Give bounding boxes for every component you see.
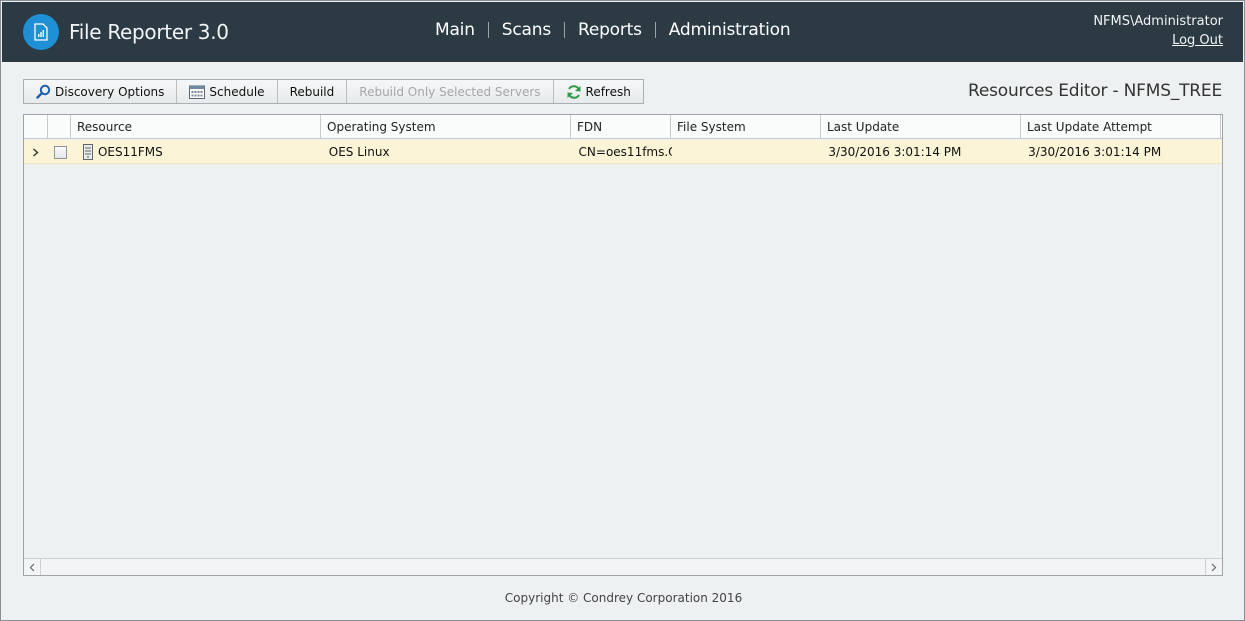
cell-fdn: CN=oes11fms.O xyxy=(578,145,673,159)
rebuild-button[interactable]: Rebuild xyxy=(277,80,348,103)
nav-reports[interactable]: Reports xyxy=(565,20,655,40)
refresh-label: Refresh xyxy=(585,84,631,99)
expander-column-header xyxy=(24,115,48,139)
column-header-operating-system[interactable]: Operating System xyxy=(321,115,571,139)
nav-administration[interactable]: Administration xyxy=(656,20,804,40)
cell-last-update-attempt: 3/30/2016 3:01:14 PM xyxy=(1028,145,1162,159)
resource-name: OES11FMS xyxy=(97,145,163,159)
rebuild-selected-servers-button[interactable]: Rebuild Only Selected Servers xyxy=(347,80,554,103)
rebuild-label: Rebuild xyxy=(289,84,335,99)
column-header-last-update[interactable]: Last Update xyxy=(821,115,1021,139)
expand-row-chevron-icon[interactable] xyxy=(24,140,48,164)
grid-header: Resource Operating System FDN File Syste… xyxy=(24,115,1222,139)
main-nav: Main Scans Reports Administration xyxy=(422,20,803,40)
column-header-file-system[interactable]: File System xyxy=(671,115,821,139)
app-window: File Reporter 3.0 Main Scans Reports Adm… xyxy=(0,0,1245,621)
horizontal-scrollbar[interactable] xyxy=(24,558,1222,575)
row-checkbox-cell xyxy=(48,140,73,164)
discovery-options-button[interactable]: Discovery Options xyxy=(24,80,178,103)
row-checkbox[interactable] xyxy=(53,145,67,159)
nav-main[interactable]: Main xyxy=(422,20,488,40)
report-document-icon xyxy=(34,23,48,41)
server-icon xyxy=(82,144,93,160)
app-logo xyxy=(23,14,59,50)
calendar-icon xyxy=(189,84,206,99)
refresh-button[interactable]: Refresh xyxy=(553,80,643,103)
discovery-options-label: Discovery Options xyxy=(55,84,165,99)
rebuild-selected-label: Rebuild Only Selected Servers xyxy=(359,84,541,99)
copyright-text: Copyright © Condrey Corporation 2016 xyxy=(504,591,743,605)
schedule-label: Schedule xyxy=(209,84,265,99)
column-header-last-update-attempt[interactable]: Last Update Attempt xyxy=(1021,115,1221,139)
app-title: File Reporter 3.0 xyxy=(69,20,229,44)
search-icon xyxy=(36,84,51,99)
resources-grid: Resource Operating System FDN File Syste… xyxy=(23,114,1223,576)
cell-file-system xyxy=(672,140,822,164)
table-row[interactable]: OES11FMS OES Linux CN=oes11fms.O 3/30/20… xyxy=(24,140,1222,164)
cell-last-update: 3/30/2016 3:01:14 PM xyxy=(828,145,962,159)
schedule-button[interactable]: Schedule xyxy=(177,80,278,103)
nav-scans[interactable]: Scans xyxy=(489,20,564,40)
toolbar: Discovery Options Schedule Rebuild Rebui… xyxy=(23,79,644,104)
refresh-icon xyxy=(566,84,582,100)
checkbox-column-header xyxy=(48,115,71,139)
current-user: NFMS\Administrator xyxy=(1093,14,1223,29)
scroll-right-icon[interactable] xyxy=(1205,559,1222,575)
cell-resource: OES11FMS xyxy=(73,140,323,164)
scroll-left-icon[interactable] xyxy=(24,559,41,575)
cell-operating-system: OES Linux xyxy=(328,145,390,159)
column-header-fdn[interactable]: FDN xyxy=(571,115,671,139)
logout-link[interactable]: Log Out xyxy=(1172,33,1223,48)
top-header: File Reporter 3.0 Main Scans Reports Adm… xyxy=(2,2,1243,62)
page-title: Resources Editor - NFMS_TREE xyxy=(967,81,1222,101)
column-header-resource[interactable]: Resource xyxy=(71,115,321,139)
